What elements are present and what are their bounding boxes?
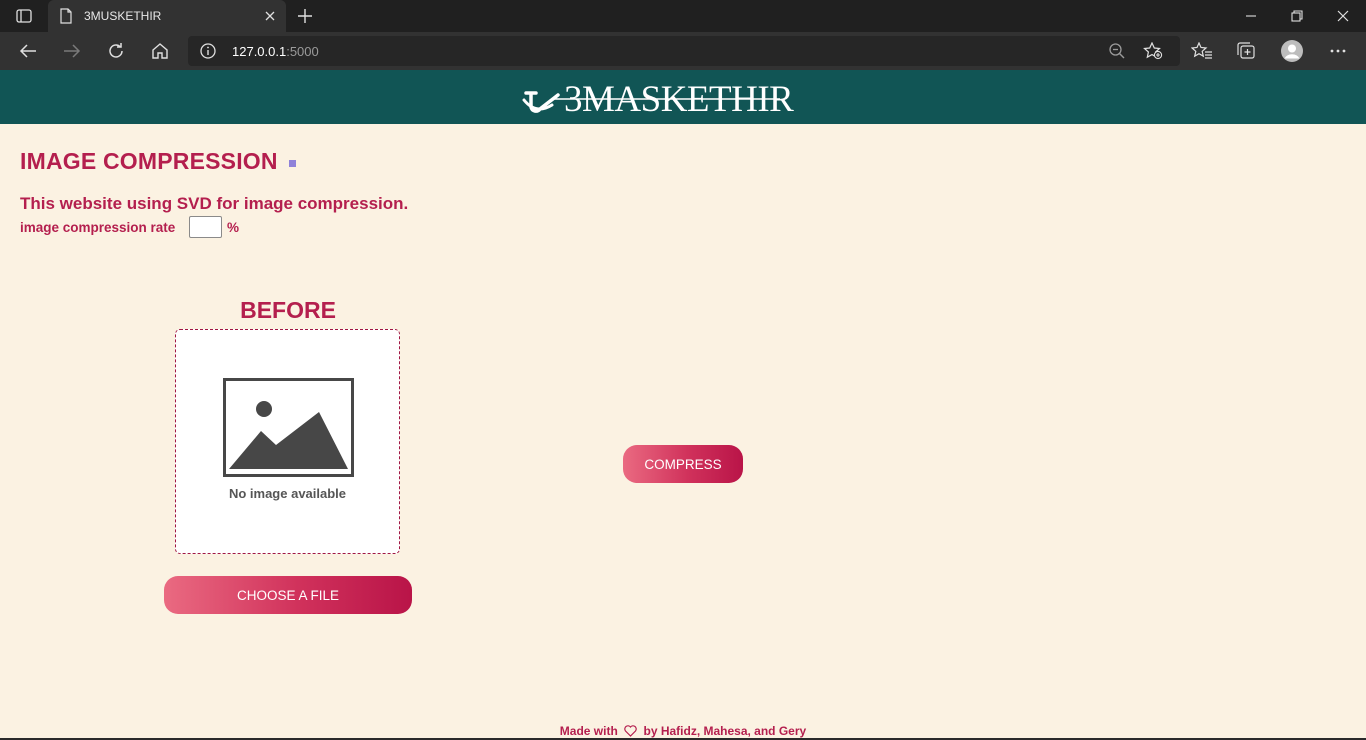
profile-icon[interactable] (1280, 40, 1304, 62)
refresh-icon[interactable] (101, 37, 131, 65)
title-accent-dot (289, 160, 296, 167)
close-window-icon[interactable] (1320, 0, 1366, 32)
footer-prefix: Made with (559, 724, 618, 738)
site-header: 3MASKETHIR (0, 70, 1366, 124)
more-icon[interactable] (1326, 40, 1350, 62)
page-title: IMAGE COMPRESSION (20, 148, 278, 174)
info-icon[interactable] (200, 43, 216, 64)
restore-icon[interactable] (1274, 0, 1320, 32)
url-text: 127.0.0.1:5000 (232, 44, 319, 59)
plus-icon[interactable] (294, 6, 316, 26)
forward-icon[interactable] (57, 37, 87, 65)
choose-file-button[interactable]: CHOOSE A FILE (164, 576, 412, 614)
tab-title: 3MUSKETHIR (84, 9, 162, 23)
no-image-caption: No image available (228, 486, 347, 501)
address-bar[interactable]: 127.0.0.1:5000 (188, 36, 1180, 66)
browser-toolbar: 127.0.0.1:5000 (0, 32, 1366, 70)
compression-rate-input[interactable] (189, 216, 222, 238)
close-icon[interactable] (262, 8, 278, 24)
url-host: 127.0.0.1 (232, 44, 287, 59)
collections-icon[interactable] (1234, 40, 1258, 62)
zoom-out-icon[interactable] (1108, 42, 1126, 65)
page-subtitle: This website using SVD for image compres… (20, 194, 409, 213)
before-image-box: No image available (175, 329, 400, 554)
favorites-icon[interactable] (1190, 40, 1214, 62)
home-icon[interactable] (145, 37, 175, 65)
browser-titlebar: 3MUSKETHIR (0, 0, 1366, 32)
tab-actions-icon[interactable] (12, 6, 36, 26)
minimize-icon[interactable] (1228, 0, 1274, 32)
footer-credits: by Hafidz, Mahesa, and Gery (643, 724, 807, 738)
add-favorite-icon[interactable] (1143, 41, 1163, 65)
before-heading: BEFORE (240, 297, 336, 323)
compression-rate-label: image compression rate (20, 220, 176, 235)
image-placeholder-icon (223, 378, 354, 477)
back-icon[interactable] (13, 37, 43, 65)
page-icon (59, 8, 73, 29)
site-logo[interactable]: 3MASKETHIR (522, 79, 812, 117)
browser-tab[interactable]: 3MUSKETHIR (48, 0, 286, 32)
url-port: :5000 (286, 44, 319, 59)
logo-text: 3MASKETHIR (564, 79, 794, 117)
compress-button[interactable]: COMPRESS (623, 445, 743, 483)
compression-rate-unit: % (227, 220, 240, 235)
